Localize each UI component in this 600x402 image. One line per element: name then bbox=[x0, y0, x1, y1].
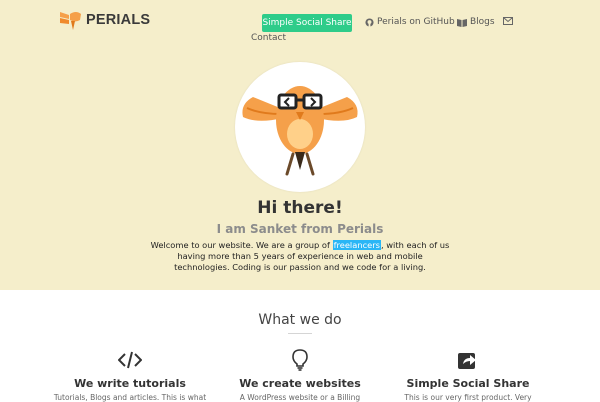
what-we-do-title: What we do bbox=[258, 312, 342, 328]
avatar bbox=[235, 62, 365, 192]
feature-description: Tutorials, Blogs and articles. This is w… bbox=[53, 393, 207, 402]
hero-intro-text: Welcome to our website. We are a group o… bbox=[150, 240, 450, 273]
nav-blogs-link[interactable]: Blogs bbox=[457, 17, 495, 27]
feature-title: Simple Social Share bbox=[406, 377, 530, 390]
nav-blogs-label: Blogs bbox=[470, 17, 495, 27]
brand-logo[interactable]: PERIALS bbox=[60, 8, 150, 32]
perials-logo-icon bbox=[60, 12, 81, 30]
feature-tutorials: We write tutorials Tutorials, Blogs and … bbox=[40, 348, 220, 402]
freelancers-highlight: freelancers bbox=[332, 240, 381, 250]
nav-mail-link[interactable] bbox=[503, 17, 516, 25]
nav-github-label: Perials on GitHub bbox=[377, 17, 455, 27]
hero-headline: Hi there! bbox=[257, 198, 343, 218]
simple-social-share-button[interactable]: Simple Social Share bbox=[262, 14, 352, 32]
nav-contact-link[interactable]: Contact bbox=[251, 33, 286, 43]
lightbulb-icon bbox=[292, 349, 308, 371]
code-icon bbox=[118, 351, 142, 369]
share-icon bbox=[458, 353, 476, 369]
feature-title: We create websites bbox=[239, 377, 361, 390]
feature-websites: We create websites A WordPress website o… bbox=[210, 348, 390, 402]
feature-social-share: Simple Social Share This is our very fir… bbox=[378, 348, 558, 402]
hero-subheadline: I am Sanket from Perials bbox=[216, 222, 384, 236]
intro-text-start: Welcome to our website. We are a group o… bbox=[150, 240, 333, 250]
nav-github-link[interactable]: Perials on GitHub bbox=[365, 17, 455, 27]
feature-description: This is our very first product. Very bbox=[404, 393, 532, 402]
brand-name: PERIALS bbox=[86, 12, 151, 28]
section-divider bbox=[288, 333, 312, 334]
envelope-icon bbox=[503, 17, 513, 25]
feature-description: A WordPress website or a Billing bbox=[239, 393, 361, 402]
hero-section: PERIALS Simple Social Share Perials on G… bbox=[0, 0, 600, 290]
feature-title: We write tutorials bbox=[74, 377, 186, 390]
book-icon bbox=[457, 18, 467, 27]
bird-mascot-icon bbox=[242, 86, 358, 176]
github-icon bbox=[365, 17, 374, 27]
